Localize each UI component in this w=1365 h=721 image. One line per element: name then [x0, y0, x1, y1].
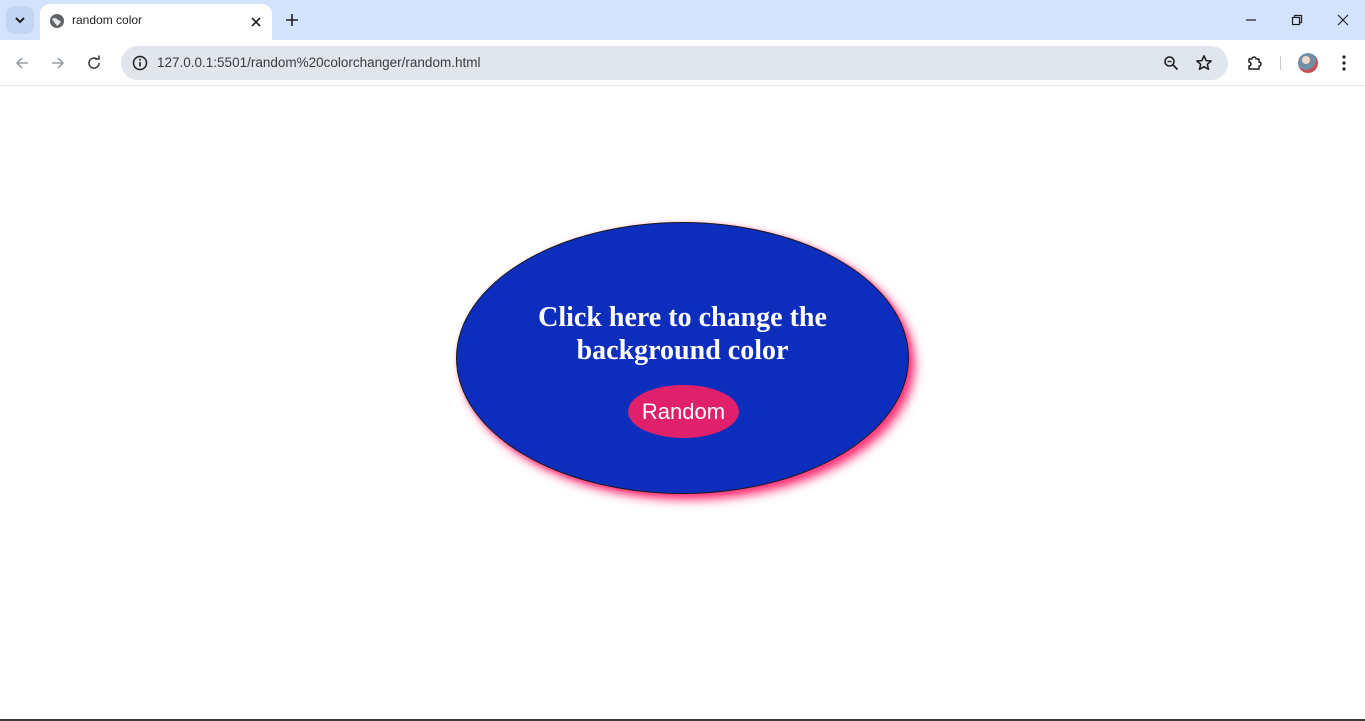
browser-toolbar: 127.0.0.1:5501/random%20colorchanger/ran…	[0, 40, 1365, 86]
page-content: Click here to change the background colo…	[0, 87, 1365, 719]
window-close-icon	[1337, 14, 1349, 26]
tab-close-button[interactable]	[246, 12, 266, 32]
close-icon	[251, 17, 261, 27]
tab-search-icon	[15, 17, 25, 24]
avatar[interactable]	[1298, 53, 1318, 73]
forward-button[interactable]	[44, 49, 72, 77]
restore-icon	[1291, 14, 1303, 26]
page-heading: Click here to change the background colo…	[457, 301, 908, 367]
tab-strip: random color	[0, 0, 1365, 40]
extensions-button[interactable]	[1243, 51, 1267, 75]
back-button[interactable]	[8, 49, 36, 77]
new-tab-button[interactable]	[280, 8, 304, 32]
address-bar[interactable]: 127.0.0.1:5501/random%20colorchanger/ran…	[121, 46, 1228, 80]
minimize-button[interactable]	[1228, 0, 1274, 40]
heading-line-2: background color	[576, 335, 789, 366]
menu-icon	[1342, 55, 1346, 71]
tab-search-button[interactable]	[6, 6, 34, 34]
back-icon	[15, 57, 28, 69]
bookmark-button[interactable]	[1192, 51, 1216, 75]
restore-button[interactable]	[1274, 0, 1320, 40]
zoom-icon	[1164, 56, 1179, 71]
globe-icon	[50, 14, 64, 28]
extensions-icon	[1248, 56, 1262, 70]
tab-title: random color	[72, 13, 143, 27]
minimize-icon	[1246, 19, 1256, 21]
color-changer-ellipse: Click here to change the background colo…	[456, 222, 909, 494]
star-icon	[1196, 55, 1212, 71]
forward-icon	[52, 57, 65, 69]
browser-menu-button[interactable]	[1332, 51, 1356, 75]
window-close-button[interactable]	[1320, 0, 1365, 40]
reload-button[interactable]	[80, 49, 108, 77]
heading-line-1: Click here to change the	[538, 302, 827, 333]
reload-icon	[88, 55, 100, 69]
site-info-icon	[132, 55, 148, 71]
tab-random-color[interactable]: random color	[40, 4, 272, 40]
url-text[interactable]: 127.0.0.1:5501/random%20colorchanger/ran…	[157, 55, 480, 70]
site-info-button[interactable]	[127, 50, 153, 76]
plus-icon	[286, 14, 298, 26]
zoom-button[interactable]	[1159, 51, 1183, 75]
random-button[interactable]: Random	[628, 385, 739, 438]
toolbar-separator	[1280, 56, 1281, 70]
